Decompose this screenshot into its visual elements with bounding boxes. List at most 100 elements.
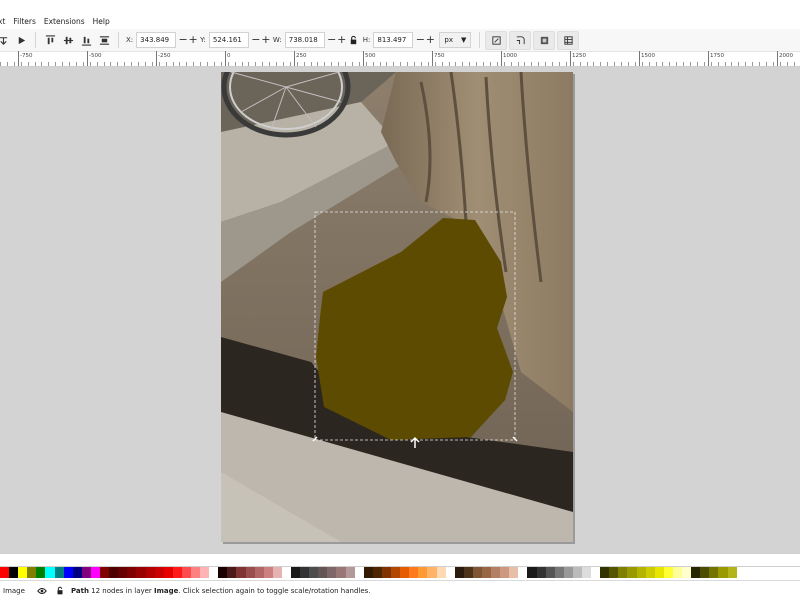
- palette-swatch[interactable]: [354, 567, 364, 578]
- play-icon[interactable]: [12, 31, 30, 49]
- palette-swatch[interactable]: [27, 567, 37, 578]
- y-minus[interactable]: −: [251, 34, 261, 45]
- x-stepper[interactable]: − +: [178, 34, 198, 45]
- palette-swatch[interactable]: [345, 567, 355, 578]
- palette-swatch[interactable]: [18, 567, 28, 578]
- menu-help[interactable]: Help: [93, 17, 110, 26]
- eye-icon[interactable]: [35, 584, 49, 598]
- palette-swatch[interactable]: [481, 567, 492, 578]
- horizontal-ruler[interactable]: -750 -500 -250 0 250 500 750 1000 1250 1500 1750 20…: [0, 51, 800, 67]
- move-gradients-icon[interactable]: [533, 30, 556, 50]
- y-stepper[interactable]: − +: [251, 34, 271, 45]
- palette-swatch[interactable]: [691, 567, 701, 578]
- lower-to-bottom-icon[interactable]: [0, 31, 12, 49]
- move-patterns-icon[interactable]: [557, 30, 580, 50]
- photo-image[interactable]: [221, 72, 573, 542]
- palette-swatch[interactable]: [100, 567, 110, 578]
- palette-swatch[interactable]: [45, 567, 55, 578]
- color-palette[interactable]: [0, 566, 800, 580]
- x-minus[interactable]: −: [178, 34, 188, 45]
- palette-swatch[interactable]: [363, 567, 373, 578]
- palette-swatch[interactable]: [509, 567, 519, 578]
- palette-swatch[interactable]: [381, 567, 392, 578]
- palette-swatch[interactable]: [454, 567, 464, 578]
- h-minus[interactable]: −: [415, 34, 425, 45]
- palette-swatch[interactable]: [218, 567, 228, 578]
- w-minus[interactable]: −: [327, 34, 337, 45]
- palette-swatch[interactable]: [409, 567, 419, 578]
- palette-swatch[interactable]: [281, 567, 291, 578]
- palette-swatch[interactable]: [118, 567, 128, 578]
- palette-swatch[interactable]: [554, 567, 564, 578]
- palette-swatch[interactable]: [436, 567, 446, 578]
- palette-swatch[interactable]: [391, 567, 401, 578]
- palette-swatch[interactable]: [145, 567, 155, 578]
- palette-swatch[interactable]: [463, 567, 473, 578]
- scale-stroke-icon[interactable]: [485, 30, 508, 50]
- palette-swatch[interactable]: [600, 567, 610, 578]
- palette-swatch[interactable]: [427, 567, 437, 578]
- w-field[interactable]: 738.018: [284, 32, 325, 48]
- palette-swatch[interactable]: [181, 567, 191, 578]
- palette-swatch[interactable]: [400, 567, 410, 578]
- palette-swatch[interactable]: [682, 567, 692, 578]
- palette-swatch[interactable]: [663, 567, 673, 578]
- palette-swatch[interactable]: [518, 567, 528, 578]
- current-layer-label[interactable]: Image: [3, 587, 25, 595]
- align-bottom-icon[interactable]: [77, 31, 95, 49]
- palette-swatch[interactable]: [709, 567, 719, 578]
- h-plus[interactable]: +: [425, 34, 435, 45]
- horizontal-scrollbar[interactable]: [0, 554, 800, 566]
- menu-extensions[interactable]: Extensions: [44, 17, 85, 26]
- palette-swatch[interactable]: [136, 567, 146, 578]
- palette-swatch[interactable]: [582, 567, 592, 578]
- lock-icon[interactable]: [53, 584, 67, 598]
- palette-swatch[interactable]: [618, 567, 628, 578]
- palette-swatch[interactable]: [81, 567, 91, 578]
- palette-swatch[interactable]: [236, 567, 246, 578]
- palette-swatch[interactable]: [90, 567, 101, 578]
- palette-swatch[interactable]: [536, 567, 546, 578]
- palette-swatch[interactable]: [36, 567, 46, 578]
- palette-swatch[interactable]: [654, 567, 664, 578]
- w-stepper[interactable]: − +: [327, 34, 347, 45]
- palette-swatch[interactable]: [200, 567, 210, 578]
- align-top-icon[interactable]: [41, 31, 59, 49]
- palette-swatch[interactable]: [727, 567, 737, 578]
- palette-swatch[interactable]: [627, 567, 637, 578]
- x-field[interactable]: 343.849: [136, 32, 177, 48]
- palette-swatch[interactable]: [572, 567, 582, 578]
- palette-swatch[interactable]: [491, 567, 501, 578]
- h-stepper[interactable]: − +: [415, 34, 435, 45]
- page[interactable]: [221, 72, 573, 542]
- palette-swatch[interactable]: [190, 567, 201, 578]
- palette-swatch[interactable]: [127, 567, 137, 578]
- palette-swatch[interactable]: [563, 567, 573, 578]
- palette-swatch[interactable]: [272, 567, 282, 578]
- palette-swatch[interactable]: [418, 567, 428, 578]
- palette-swatch[interactable]: [154, 567, 164, 578]
- palette-swatch[interactable]: [109, 567, 119, 578]
- palette-swatch[interactable]: [72, 567, 82, 578]
- palette-swatch[interactable]: [609, 567, 619, 578]
- palette-swatch[interactable]: [372, 567, 382, 578]
- palette-swatch[interactable]: [63, 567, 73, 578]
- palette-swatch[interactable]: [291, 567, 301, 578]
- palette-swatch[interactable]: [0, 567, 10, 578]
- menu-filters[interactable]: Filters: [13, 17, 35, 26]
- lock-ratio-icon[interactable]: [347, 31, 361, 49]
- palette-swatch[interactable]: [327, 567, 337, 578]
- menu-text[interactable]: xt: [0, 17, 5, 26]
- palette-swatch[interactable]: [300, 567, 310, 578]
- palette-swatch[interactable]: [718, 567, 728, 578]
- palette-swatch[interactable]: [172, 567, 182, 578]
- palette-swatch[interactable]: [672, 567, 683, 578]
- w-plus[interactable]: +: [337, 34, 347, 45]
- h-field[interactable]: 813.497: [373, 32, 414, 48]
- palette-swatch[interactable]: [9, 567, 19, 578]
- palette-swatch[interactable]: [645, 567, 655, 578]
- palette-swatch[interactable]: [54, 567, 64, 578]
- palette-swatch[interactable]: [527, 567, 537, 578]
- x-plus[interactable]: +: [188, 34, 198, 45]
- palette-swatch[interactable]: [209, 567, 219, 578]
